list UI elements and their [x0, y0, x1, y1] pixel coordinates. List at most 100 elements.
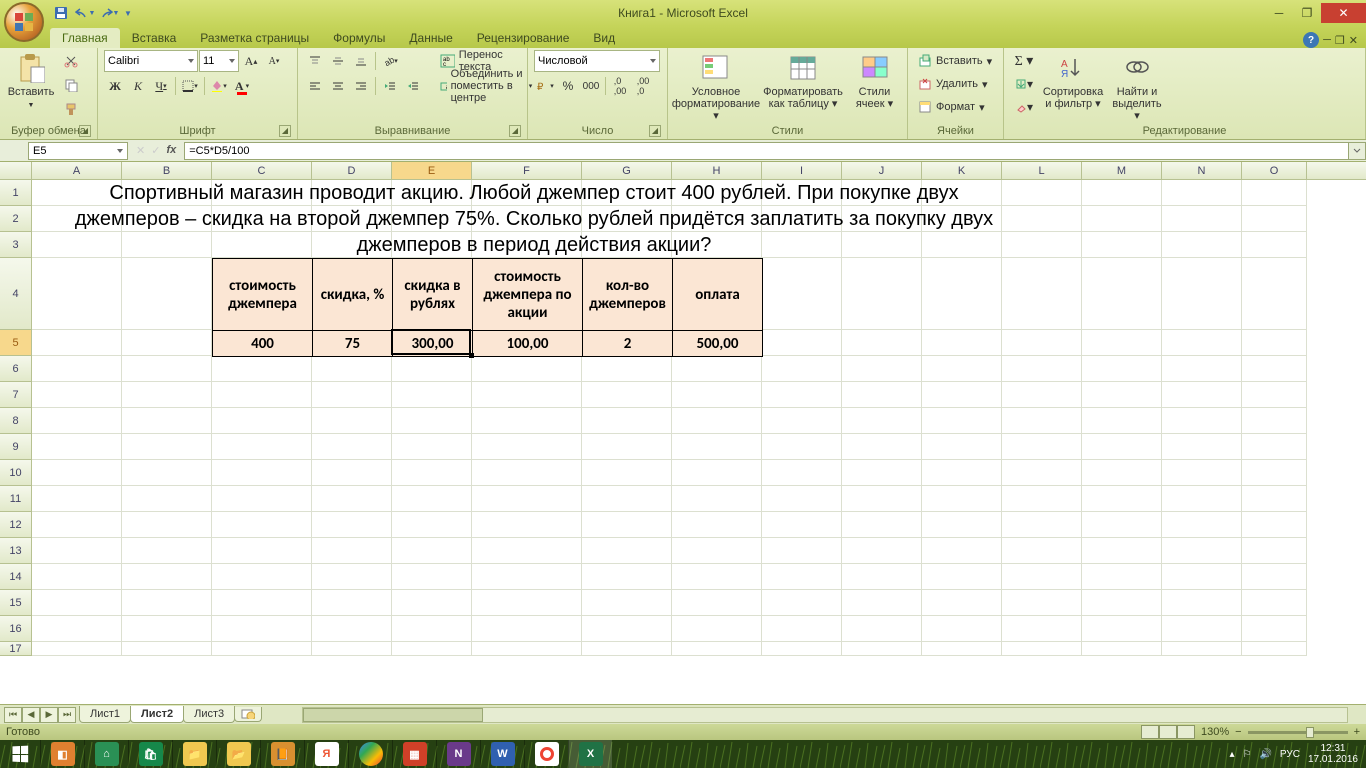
fill-color-icon[interactable]: ▾	[208, 75, 230, 97]
cell[interactable]	[922, 590, 1002, 616]
cell[interactable]	[1002, 512, 1082, 538]
cell[interactable]	[472, 538, 582, 564]
cell[interactable]	[32, 616, 122, 642]
cell[interactable]	[1002, 206, 1082, 232]
number-format-combo[interactable]: Числовой	[534, 50, 660, 72]
ribbon-tab-1[interactable]: Вставка	[120, 28, 189, 48]
ribbon-tab-4[interactable]: Данные	[397, 28, 464, 48]
new-sheet-tab[interactable]	[234, 707, 262, 722]
minimize-button[interactable]: ─	[1265, 3, 1293, 23]
cell[interactable]	[762, 330, 842, 356]
cell[interactable]	[32, 564, 122, 590]
cell[interactable]	[122, 180, 212, 206]
cell[interactable]	[392, 382, 472, 408]
cell[interactable]	[1002, 538, 1082, 564]
cell[interactable]	[582, 356, 672, 382]
taskbar-app-excel[interactable]: X	[568, 740, 612, 768]
cell[interactable]	[122, 564, 212, 590]
align-center-icon[interactable]	[327, 75, 349, 97]
cell[interactable]	[582, 590, 672, 616]
cell[interactable]	[922, 382, 1002, 408]
cell[interactable]	[1242, 538, 1307, 564]
row-header[interactable]: 16	[0, 616, 32, 642]
row-header[interactable]: 1	[0, 180, 32, 206]
cell[interactable]	[392, 180, 472, 206]
percent-icon[interactable]: %	[557, 75, 579, 97]
cell[interactable]	[392, 642, 472, 656]
cell[interactable]	[582, 434, 672, 460]
cell[interactable]	[842, 382, 922, 408]
cell[interactable]	[842, 642, 922, 656]
cell[interactable]	[582, 486, 672, 512]
row-header[interactable]: 5	[0, 330, 32, 356]
taskbar-app-12[interactable]	[524, 740, 568, 768]
formula-input[interactable]: =C5*D5/100	[184, 142, 1348, 160]
column-header[interactable]: N	[1162, 162, 1242, 179]
cell[interactable]	[1082, 564, 1162, 590]
cell[interactable]	[762, 356, 842, 382]
font-dialog-launcher[interactable]: ◢	[279, 125, 291, 137]
taskbar-app-1[interactable]: ◧	[40, 740, 84, 768]
cell[interactable]	[32, 180, 122, 206]
decrease-indent-icon[interactable]	[379, 75, 401, 97]
align-top-icon[interactable]	[304, 50, 326, 72]
fx-icon[interactable]: fx	[166, 144, 176, 157]
underline-icon[interactable]: Ч▾	[150, 75, 172, 97]
cell[interactable]	[212, 206, 312, 232]
cell[interactable]	[1162, 356, 1242, 382]
cell[interactable]	[922, 486, 1002, 512]
tray-flag-icon[interactable]: ⚐	[1242, 749, 1251, 760]
bold-icon[interactable]: Ж	[104, 75, 126, 97]
row-header[interactable]: 9	[0, 434, 32, 460]
normal-view-icon[interactable]	[1141, 725, 1159, 739]
cell[interactable]	[122, 460, 212, 486]
sheet-tab[interactable]: Лист1	[79, 706, 131, 723]
cell[interactable]	[392, 460, 472, 486]
cell[interactable]	[1242, 356, 1307, 382]
cell[interactable]	[1082, 258, 1162, 330]
cell[interactable]	[1002, 408, 1082, 434]
column-header[interactable]: H	[672, 162, 762, 179]
cell[interactable]	[762, 232, 842, 258]
cell[interactable]	[472, 408, 582, 434]
tray-volume-icon[interactable]: 🔊	[1259, 749, 1271, 760]
sheet-nav-last-icon[interactable]: ⏭	[58, 707, 76, 723]
table-value-cell[interactable]: 300,00	[393, 331, 473, 357]
office-button[interactable]	[4, 2, 44, 42]
cell[interactable]	[672, 356, 762, 382]
taskbar-app-3[interactable]: 🛍	[128, 740, 172, 768]
taskbar-app-5[interactable]: 📂	[216, 740, 260, 768]
format-as-table-button[interactable]: Форматировать как таблицу ▾	[762, 50, 844, 112]
cell[interactable]	[32, 486, 122, 512]
column-header[interactable]: J	[842, 162, 922, 179]
cell[interactable]	[1162, 408, 1242, 434]
cell[interactable]	[582, 616, 672, 642]
cell[interactable]	[122, 382, 212, 408]
table-header-cell[interactable]: стоимость джемпера по акции	[473, 259, 583, 331]
cell[interactable]	[922, 512, 1002, 538]
cell[interactable]	[922, 564, 1002, 590]
language-indicator[interactable]: РУС	[1280, 749, 1300, 760]
accounting-format-icon[interactable]: ₽▾	[534, 75, 556, 97]
app-close-icon[interactable]: ✕	[1349, 34, 1358, 47]
border-icon[interactable]: ▾	[179, 75, 201, 97]
cell[interactable]	[1242, 408, 1307, 434]
row-header[interactable]: 3	[0, 232, 32, 258]
cell[interactable]	[312, 232, 392, 258]
cell[interactable]	[32, 330, 122, 356]
cell[interactable]	[672, 616, 762, 642]
sheet-tab[interactable]: Лист2	[130, 706, 184, 723]
cell[interactable]	[1002, 434, 1082, 460]
cell[interactable]	[842, 564, 922, 590]
cell[interactable]	[762, 486, 842, 512]
row-header[interactable]: 11	[0, 486, 32, 512]
cell[interactable]	[212, 486, 312, 512]
cell[interactable]	[582, 408, 672, 434]
align-left-icon[interactable]	[304, 75, 326, 97]
cell[interactable]	[32, 590, 122, 616]
cell[interactable]	[312, 382, 392, 408]
cell[interactable]	[1082, 616, 1162, 642]
cell[interactable]	[582, 180, 672, 206]
zoom-out-icon[interactable]: −	[1235, 726, 1241, 738]
cell[interactable]	[672, 564, 762, 590]
